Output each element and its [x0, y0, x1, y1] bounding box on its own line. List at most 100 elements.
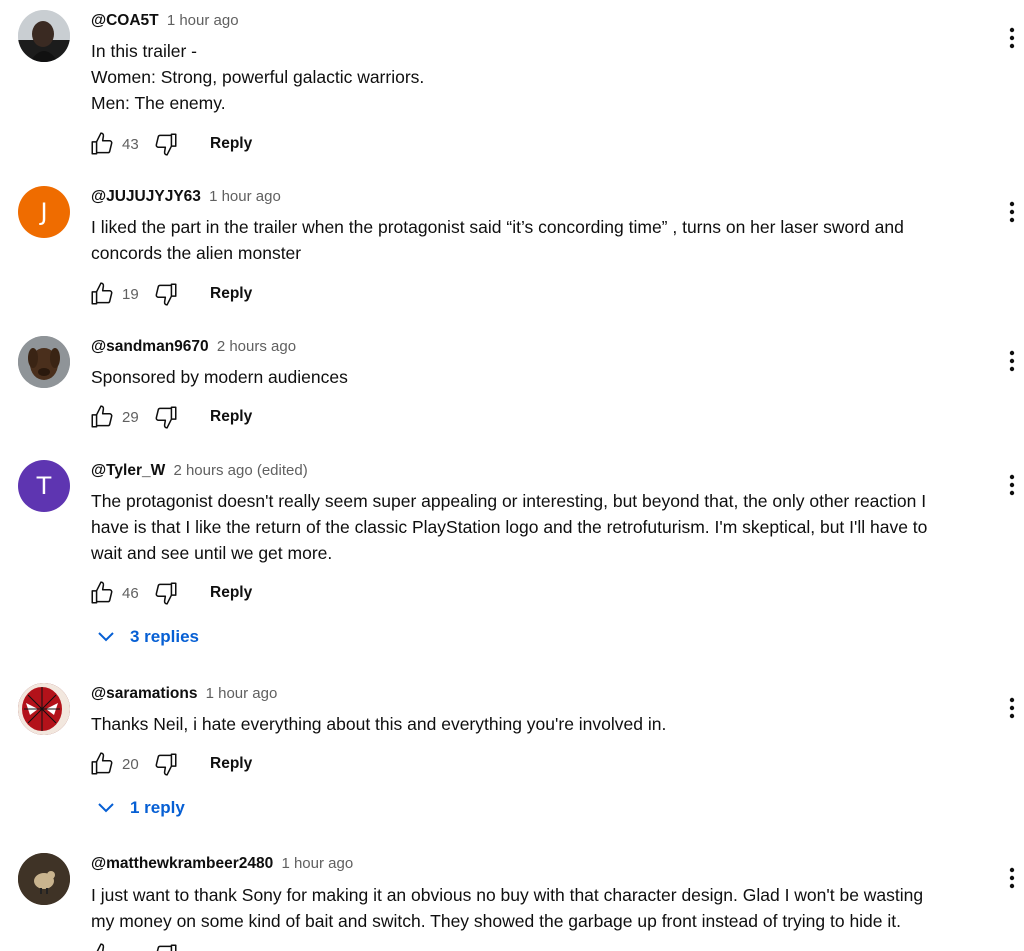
comment-actions: 43 Reply [88, 129, 252, 159]
more-vert-icon [1009, 474, 1015, 496]
dislike-button[interactable] [152, 750, 180, 778]
comment-header: @sandman9670 2 hours ago [91, 337, 296, 357]
avatar[interactable] [18, 336, 70, 388]
avatar-letter: T [36, 472, 52, 500]
comment-menu-button[interactable] [1002, 198, 1022, 226]
dislike-button[interactable] [152, 280, 180, 308]
like-button[interactable] [88, 750, 116, 778]
person-photo-icon [18, 10, 70, 62]
like-button[interactable] [88, 403, 116, 431]
thumbs-up-icon [91, 752, 113, 775]
comment-time[interactable]: 2 hours ago [217, 338, 296, 355]
comment-actions: 19 Reply [88, 279, 252, 309]
like-count: 43 [122, 135, 139, 153]
reply-button[interactable]: Reply [210, 584, 252, 602]
chevron-down-icon [98, 632, 114, 642]
avatar[interactable]: J [18, 186, 70, 238]
reply-button[interactable]: Reply [210, 135, 252, 153]
dislike-button[interactable] [152, 941, 180, 951]
like-button[interactable] [88, 941, 116, 951]
comment-header: @saramations 1 hour ago [91, 684, 277, 704]
replies-count-label: 1 reply [130, 798, 185, 817]
thumbs-down-icon [155, 406, 177, 429]
avatar-letter: J [40, 198, 48, 226]
comment-time[interactable]: 1 hour ago [281, 855, 353, 872]
comment-actions: 20 Reply [88, 749, 252, 779]
like-button[interactable] [88, 130, 116, 158]
view-replies-button[interactable]: 3 replies [96, 623, 199, 651]
comment-time[interactable]: 1 hour ago [209, 188, 281, 205]
comment-line: wait and see until we get more. [91, 543, 333, 563]
more-vert-icon [1009, 867, 1015, 889]
comment-menu-button[interactable] [1002, 471, 1022, 499]
reply-button[interactable]: Reply [210, 755, 252, 773]
author-name[interactable]: @sandman9670 [91, 338, 209, 355]
comment-text: I just want to thank Sony for making it … [91, 882, 991, 934]
dislike-button[interactable] [152, 403, 180, 431]
thumbs-down-icon [155, 753, 177, 776]
comment-menu-button[interactable] [1002, 694, 1022, 722]
comment-time[interactable]: 2 hours ago (edited) [173, 462, 307, 479]
thumbs-up-icon [96, 943, 110, 951]
comment-time[interactable]: 1 hour ago [167, 12, 239, 29]
like-count: 20 [122, 755, 139, 773]
comment-text: The protagonist doesn't really seem supe… [91, 488, 991, 566]
thumbs-down-icon [155, 283, 177, 306]
author-name[interactable]: @JUJUJYJY63 [91, 188, 201, 205]
more-vert-icon [1009, 201, 1015, 223]
dislike-button[interactable] [152, 579, 180, 607]
comment-line: Sponsored by modern audiences [91, 367, 348, 387]
thumbs-down-icon [156, 944, 177, 951]
author-name[interactable]: @matthewkrambeer2480 [91, 855, 273, 872]
reply-button[interactable]: Reply [210, 408, 252, 426]
author-name[interactable]: @COA5T [91, 12, 159, 29]
comment-text: Thanks Neil, i hate everything about thi… [91, 711, 991, 737]
like-button[interactable] [88, 280, 116, 308]
like-button[interactable] [88, 579, 116, 607]
thumbs-up-icon [91, 405, 113, 428]
comment-actions: 29 Reply [88, 402, 252, 432]
comment-header: @JUJUJYJY63 1 hour ago [91, 187, 281, 207]
more-vert-icon [1009, 697, 1015, 719]
chevron-down-icon [98, 803, 114, 813]
comment-time[interactable]: 1 hour ago [206, 685, 278, 702]
reply-button[interactable]: Reply [210, 285, 252, 303]
avatar[interactable]: T [18, 460, 70, 512]
comment-line: my money on some kind of bait and switch… [91, 911, 901, 931]
comment-header: @Tyler_W 2 hours ago (edited) [91, 461, 308, 481]
view-replies-button[interactable]: 1 reply [96, 794, 185, 822]
comment-line: I just want to thank Sony for making it … [91, 885, 924, 905]
more-vert-icon [1009, 27, 1015, 49]
comment-line: concords the alien monster [91, 243, 302, 263]
comment-line: have is that I like the return of the cl… [91, 517, 928, 537]
comment-header: @COA5T 1 hour ago [91, 11, 239, 31]
avatar[interactable] [18, 853, 70, 905]
like-count: 29 [122, 408, 139, 426]
comment-line: In this trailer - [91, 41, 197, 61]
comment-header: @matthewkrambeer2480 1 hour ago [91, 854, 353, 874]
author-name[interactable]: @Tyler_W [91, 462, 165, 479]
comment-text: Sponsored by modern audiences [91, 364, 991, 390]
comment-text: I liked the part in the trailer when the… [91, 214, 991, 266]
avatar[interactable] [18, 10, 70, 62]
avatar[interactable] [18, 683, 70, 735]
thumbs-down-icon [155, 582, 177, 605]
comment-line: Thanks Neil, i hate everything about thi… [91, 714, 667, 734]
comment-menu-button[interactable] [1002, 347, 1022, 375]
author-name[interactable]: @saramations [91, 685, 197, 702]
comment-line: I liked the part in the trailer when the… [91, 217, 904, 237]
thumbs-up-icon [91, 282, 113, 305]
thumbs-up-icon [91, 581, 113, 604]
spiderman-photo-icon [18, 683, 70, 735]
comment-menu-button[interactable] [1002, 24, 1022, 52]
comment-actions: 46 Reply [88, 578, 252, 608]
bird-photo-icon [18, 853, 70, 905]
dislike-button[interactable] [152, 130, 180, 158]
comment-line: Women: Strong, powerful galactic warrior… [91, 67, 425, 87]
comment-menu-button[interactable] [1002, 864, 1022, 892]
comment-actions [88, 940, 180, 951]
replies-count-label: 3 replies [130, 627, 199, 646]
like-count: 19 [122, 285, 139, 303]
thumbs-down-icon [155, 133, 177, 156]
comment-text: In this trailer - Women: Strong, powerfu… [91, 38, 991, 116]
